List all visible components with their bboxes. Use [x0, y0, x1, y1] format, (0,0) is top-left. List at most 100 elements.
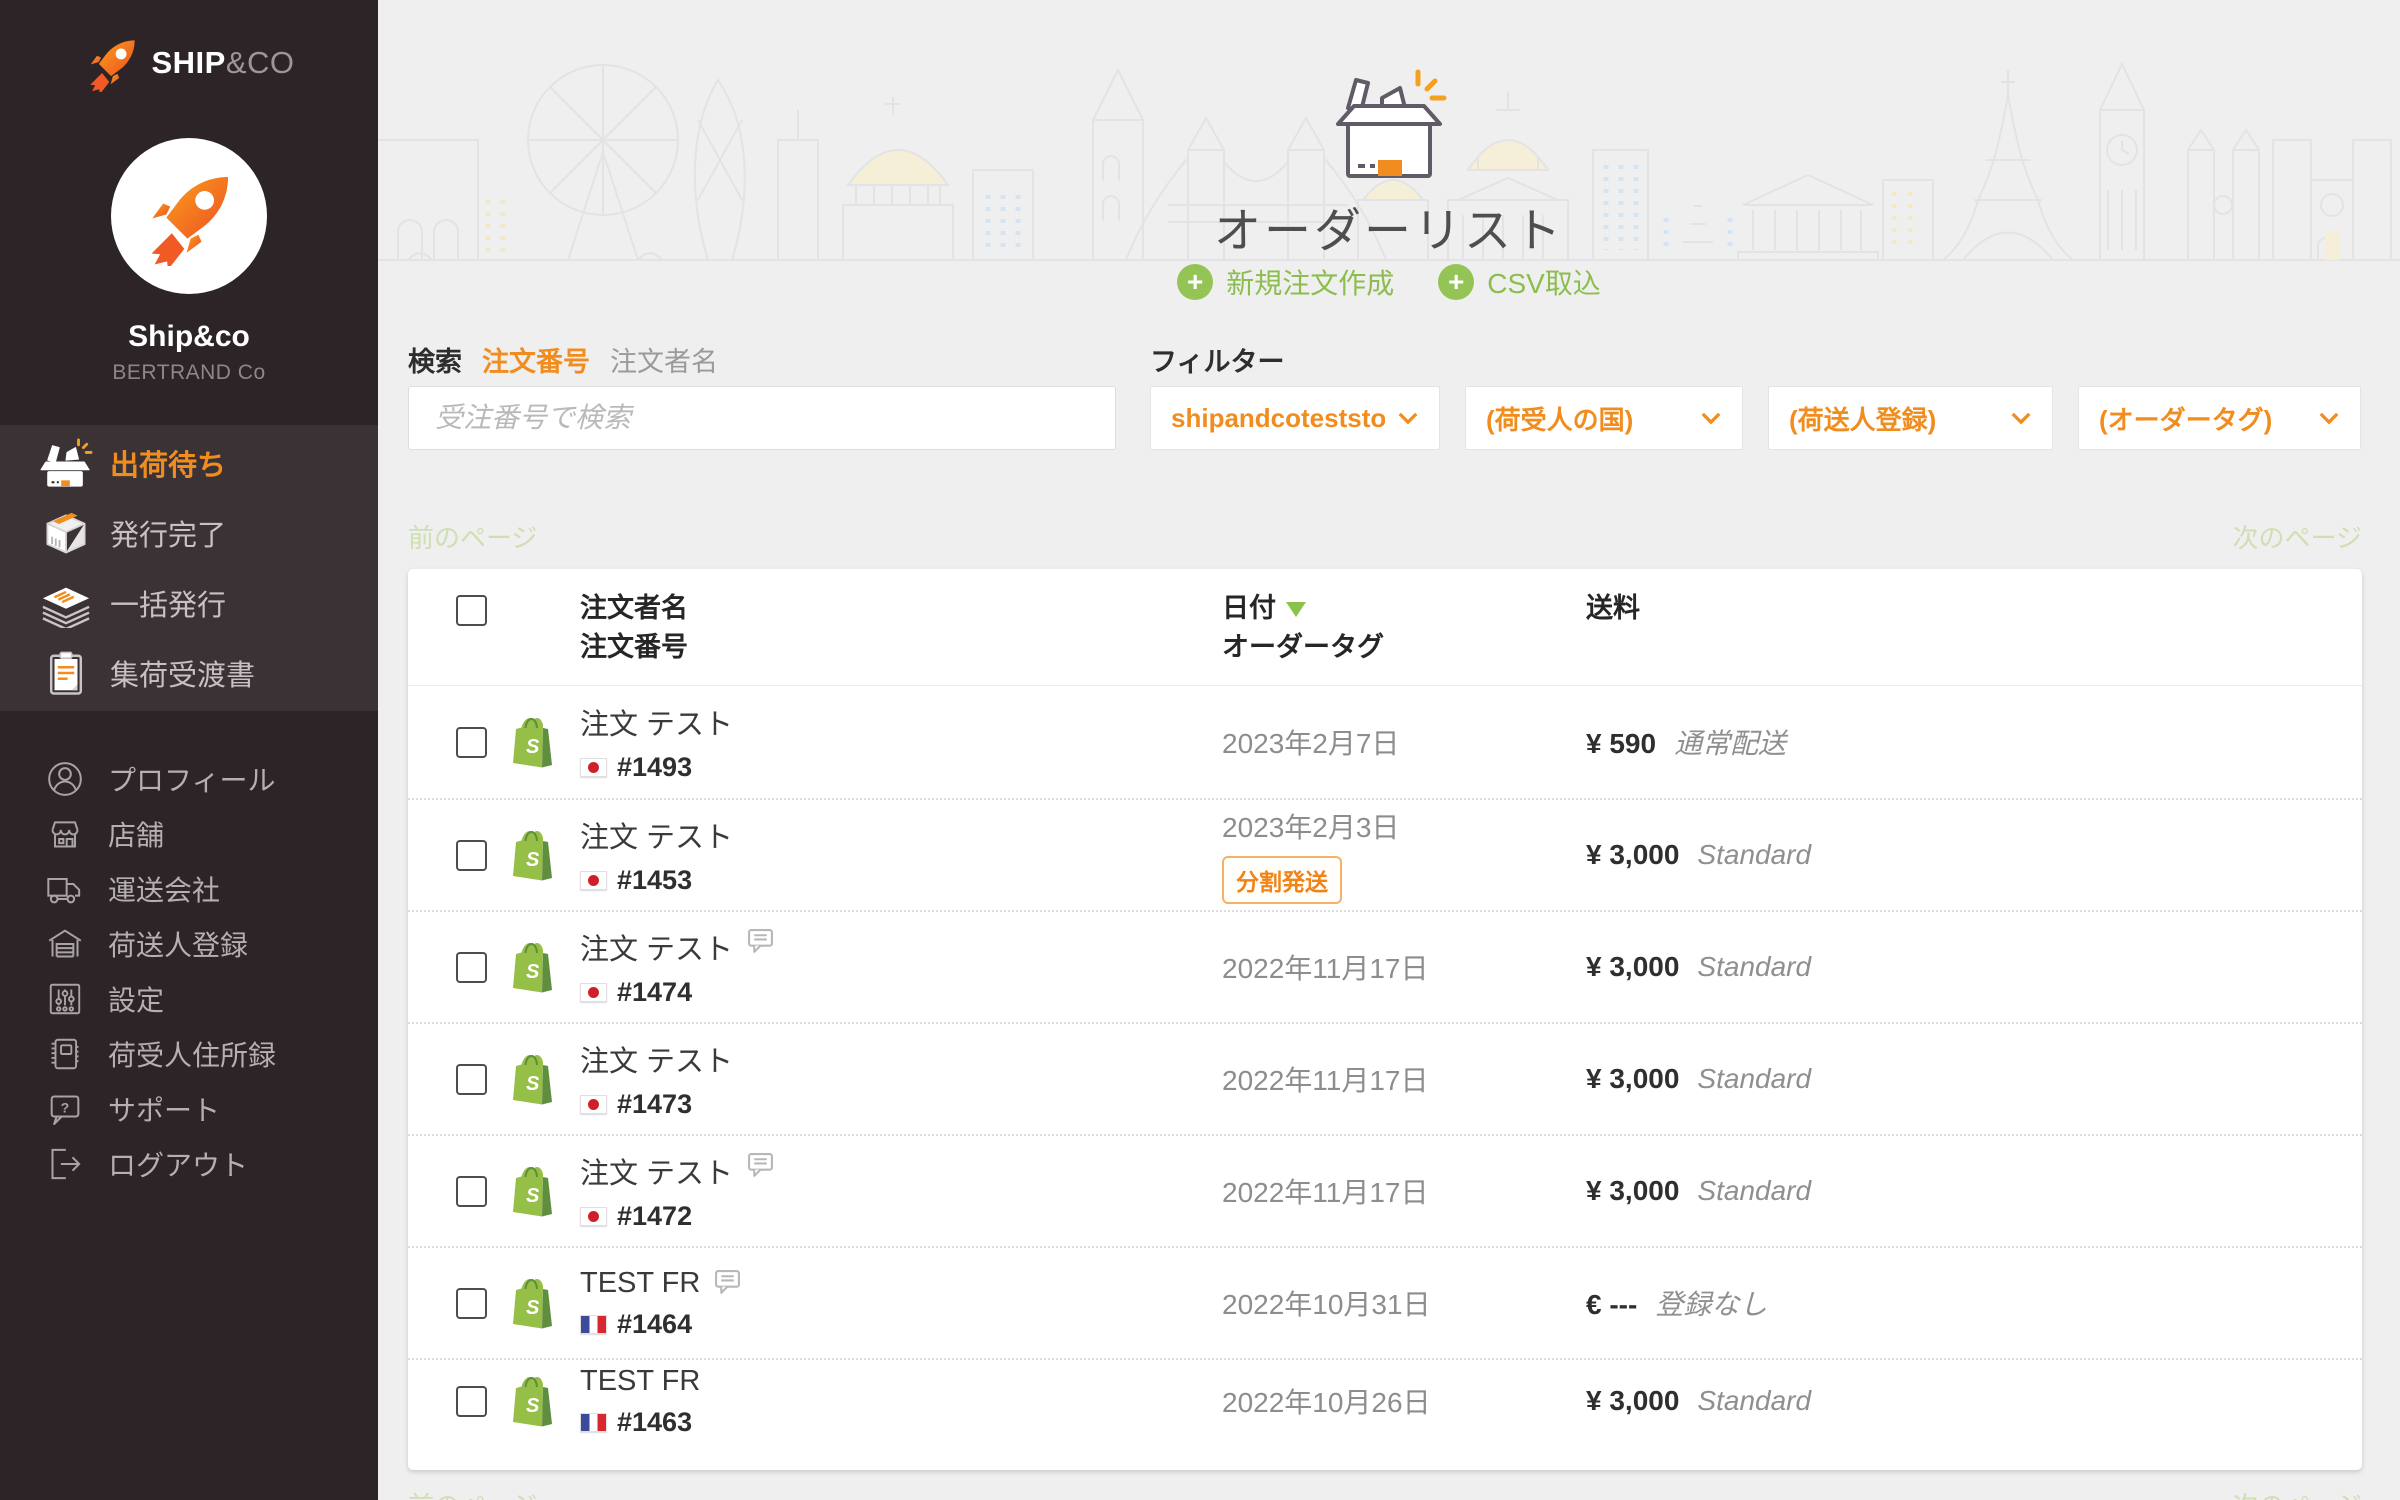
filter-label: フィルター	[1150, 340, 1284, 379]
order-number[interactable]: #1474	[617, 977, 692, 1008]
plus-icon: +	[1438, 264, 1474, 300]
sidebar-item-batch-issue[interactable]: 一括発行	[0, 568, 378, 638]
table-row: S 注文 テスト #1474 2022年11月17日 ¥ 3,000	[408, 910, 2362, 1022]
sidebar-item-profile[interactable]: プロフィール	[0, 751, 378, 806]
sidebar-item-issued[interactable]: 発行完了	[0, 498, 378, 568]
row-checkbox[interactable]	[456, 840, 487, 871]
order-number[interactable]: #1464	[617, 1309, 692, 1340]
svg-text:?: ?	[61, 1100, 70, 1116]
header-banner: オーダーリスト + 新規注文作成 + CSV取込	[378, 0, 2400, 340]
svg-text:S: S	[526, 849, 540, 871]
sidebar-item-support[interactable]: ? サポート	[0, 1081, 378, 1136]
rocket-logo-icon	[83, 34, 141, 92]
search-mode-customer-name[interactable]: 注文者名	[610, 340, 718, 379]
row-checkbox[interactable]	[456, 1386, 487, 1417]
fr-flag-icon	[580, 1413, 607, 1432]
order-date: 2022年10月31日	[1222, 1283, 1431, 1323]
next-page-link[interactable]: 次のページ	[2233, 518, 2362, 555]
order-date: 2022年11月17日	[1222, 1171, 1429, 1211]
logout-icon	[44, 1144, 86, 1184]
sidebar-item-label: 出荷待ち	[110, 442, 226, 484]
table-row: S 注文 テスト #1493 2023年2月7日 ¥ 590 通常配	[408, 686, 2362, 798]
sidebar-item-label: 集荷受渡書	[110, 652, 255, 694]
select-all-checkbox[interactable]	[456, 595, 487, 626]
chevron-down-icon	[1700, 411, 1722, 425]
address-book-icon	[44, 1034, 86, 1074]
order-tag-filter-select[interactable]: (オーダータグ)	[2078, 386, 2361, 450]
open-box-hero-icon	[1314, 66, 1464, 194]
row-checkbox[interactable]	[456, 952, 487, 983]
row-checkbox[interactable]	[456, 1288, 487, 1319]
col-header-shipping-fee: 送料	[1586, 589, 2362, 628]
order-name[interactable]: 注文 テスト	[580, 701, 733, 743]
order-rows: S 注文 テスト #1493 2023年2月7日 ¥ 590 通常配	[408, 686, 2362, 1470]
order-name[interactable]: 注文 テスト	[580, 814, 733, 856]
row-checkbox[interactable]	[456, 727, 487, 758]
sidebar-item-stores[interactable]: 店舗	[0, 806, 378, 861]
table-row: S 注文 テスト #1472 2022年11月17日 ¥ 3,000	[408, 1134, 2362, 1246]
row-checkbox[interactable]	[456, 1064, 487, 1095]
order-name[interactable]: 注文 テスト	[580, 1038, 733, 1080]
search-label: 検索	[408, 340, 462, 379]
shipper-filter-select[interactable]: (荷送人登録)	[1768, 386, 2053, 450]
sidebar-item-carriers[interactable]: 運送会社	[0, 861, 378, 916]
prev-page-link[interactable]: 前のページ	[408, 1486, 537, 1500]
order-name[interactable]: TEST FR	[580, 1365, 700, 1398]
rocket-avatar-icon	[139, 166, 239, 266]
sidebar-item-label: 運送会社	[108, 869, 220, 909]
table-row: S TEST FR #1464 2022年10月31日 € ---	[408, 1246, 2362, 1358]
chevron-down-icon	[2318, 411, 2340, 425]
order-number[interactable]: #1453	[617, 865, 692, 896]
order-number[interactable]: #1463	[617, 1407, 692, 1438]
sidebar-item-shippers[interactable]: 荷送人登録	[0, 916, 378, 971]
search-input[interactable]	[408, 386, 1116, 450]
sort-desc-icon	[1286, 602, 1306, 617]
jp-flag-icon	[580, 1095, 607, 1114]
recipient-country-filter-select[interactable]: (荷受人の国)	[1465, 386, 1743, 450]
sidebar-item-label: 荷送人登録	[108, 924, 248, 964]
store-filter-value: shipandcoteststore	[1171, 403, 1385, 434]
sidebar-item-settings[interactable]: 設定	[0, 971, 378, 1026]
filter-block: フィルター shipandcoteststore (荷受人の国) (荷送人登録)…	[1150, 340, 2362, 450]
new-order-button[interactable]: + 新規注文作成	[1177, 262, 1394, 302]
sidebar-item-label: 一括発行	[110, 582, 226, 624]
shipping-price: ¥ 3,000	[1586, 839, 1679, 871]
order-tag-filter-value: (オーダータグ)	[2099, 400, 2272, 437]
shopify-icon: S	[512, 1053, 558, 1105]
order-tag-badge: 分割発送	[1222, 856, 1342, 904]
order-name[interactable]: TEST FR	[580, 1267, 700, 1300]
svg-text:S: S	[526, 1073, 540, 1095]
order-date: 2022年11月17日	[1222, 947, 1429, 987]
sidebar-item-pickup-receipt[interactable]: 集荷受渡書	[0, 638, 378, 708]
sidebar-item-label: 荷受人住所録	[108, 1034, 276, 1074]
store-filter-select[interactable]: shipandcoteststore	[1150, 386, 1440, 450]
chevron-down-icon	[2010, 411, 2032, 425]
csv-import-label: CSV取込	[1487, 262, 1601, 302]
shipping-price: ¥ 590	[1586, 728, 1656, 760]
brand-wordmark: SHIP&CO	[151, 45, 294, 81]
search-mode-order-number[interactable]: 注文番号	[482, 340, 590, 379]
order-name[interactable]: 注文 テスト	[580, 926, 733, 968]
order-number[interactable]: #1473	[617, 1089, 692, 1120]
order-name[interactable]: 注文 テスト	[580, 1150, 733, 1192]
sidebar-item-address-book[interactable]: 荷受人住所録	[0, 1026, 378, 1081]
shopify-icon: S	[512, 1165, 558, 1217]
new-order-label: 新規注文作成	[1226, 262, 1394, 302]
table-header-row: 注文者名 注文番号 日付 オーダータグ 送料	[408, 569, 2362, 686]
csv-import-button[interactable]: + CSV取込	[1438, 262, 1601, 302]
row-checkbox[interactable]	[456, 1176, 487, 1207]
next-page-link[interactable]: 次のページ	[2233, 1486, 2362, 1500]
sidebar-item-logout[interactable]: ログアウト	[0, 1136, 378, 1191]
col-header-date-tag[interactable]: 日付 オーダータグ	[1222, 589, 1586, 667]
order-number[interactable]: #1493	[617, 752, 692, 783]
table-row: S 注文 テスト #1473 2022年11月17日 ¥ 3,000	[408, 1022, 2362, 1134]
sidebar-item-awaiting-shipment[interactable]: 出荷待ち	[0, 428, 378, 498]
prev-page-link[interactable]: 前のページ	[408, 518, 537, 555]
clipboard-icon	[38, 647, 94, 699]
note-icon	[747, 928, 774, 955]
jp-flag-icon	[580, 758, 607, 777]
sidebar-item-label: サポート	[108, 1089, 220, 1129]
shopify-icon: S	[512, 1375, 558, 1427]
svg-text:S: S	[526, 1185, 540, 1207]
order-number[interactable]: #1472	[617, 1201, 692, 1232]
